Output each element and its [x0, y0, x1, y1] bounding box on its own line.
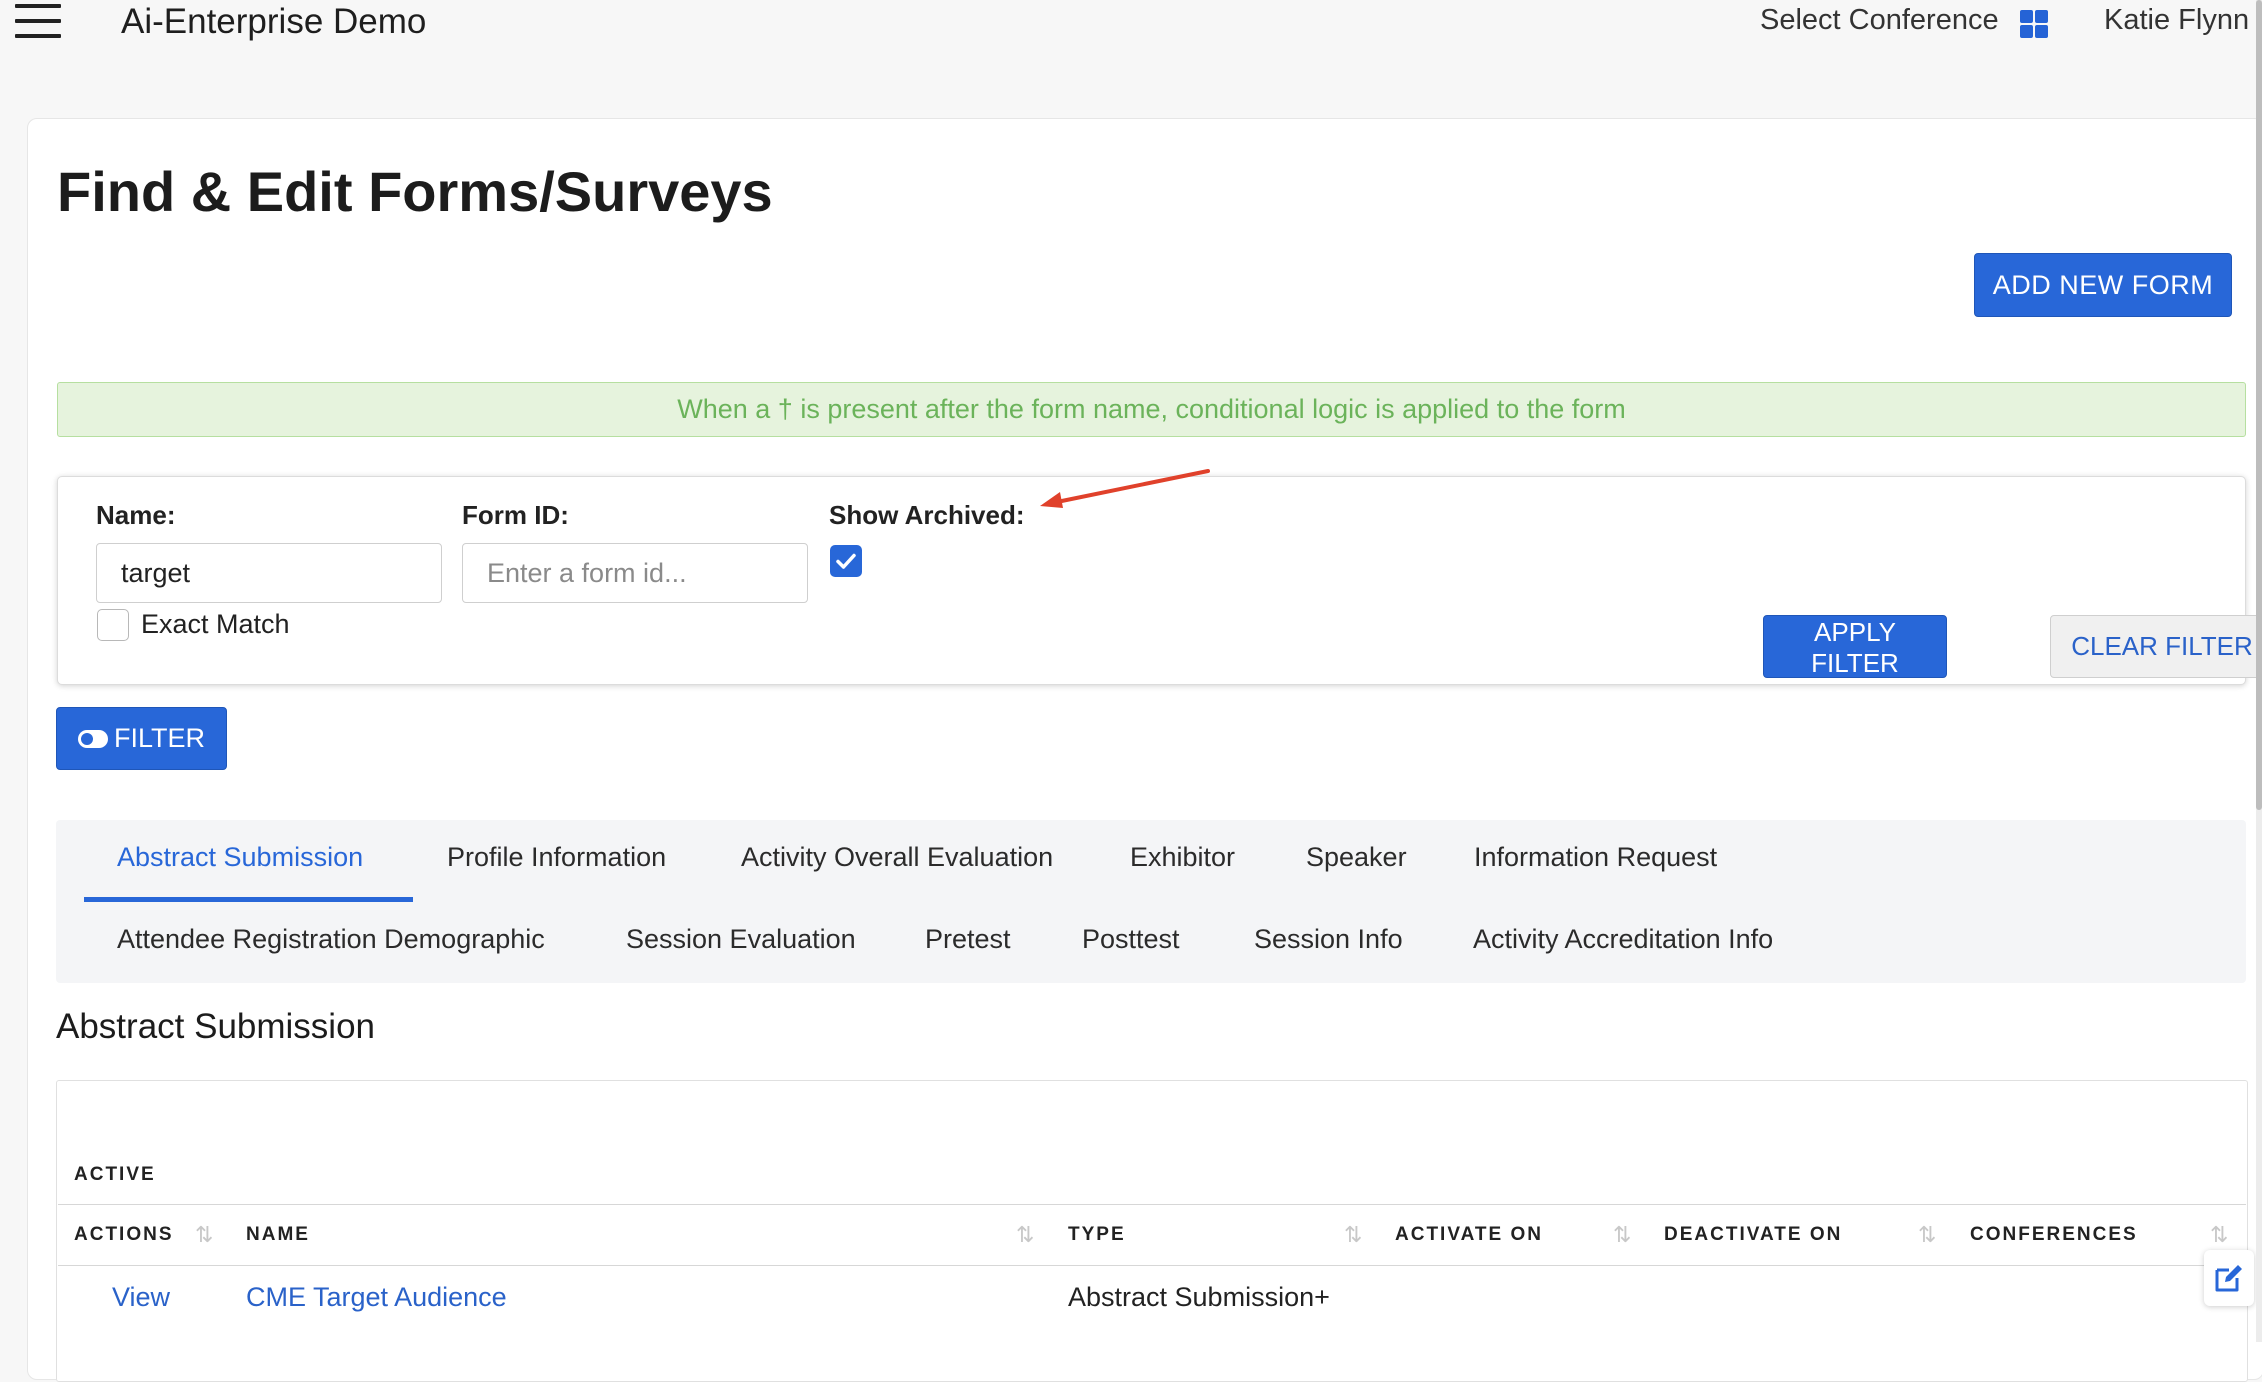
tab-information-request[interactable]: Information Request — [1474, 842, 1717, 873]
sort-icon[interactable]: ⇅ — [1016, 1222, 1034, 1248]
form-id-label: Form ID: — [462, 500, 569, 530]
tab-activity-overall-evaluation[interactable]: Activity Overall Evaluation — [741, 842, 1053, 873]
tab-attendee-registration-demographic[interactable]: Attendee Registration Demographic — [117, 924, 545, 955]
col-header-deactivate-on[interactable]: DEACTIVATE ON — [1664, 1224, 1842, 1246]
add-new-form-button[interactable]: ADD NEW FORM — [1974, 253, 2232, 317]
tab-speaker[interactable]: Speaker — [1306, 842, 1407, 873]
sort-icon[interactable]: ⇅ — [1918, 1222, 1936, 1248]
annotation-arrow-icon — [1040, 469, 1210, 508]
select-conference-link[interactable]: Select Conference — [1760, 4, 1999, 37]
col-header-conferences[interactable]: CONFERENCES — [1970, 1224, 2138, 1246]
view-link[interactable]: View — [112, 1282, 170, 1313]
active-tab-indicator — [84, 897, 413, 902]
clear-filter-button[interactable]: CLEAR FILTER — [2050, 615, 2262, 678]
edit-icon — [2215, 1265, 2242, 1292]
app-title: Ai-Enterprise Demo — [121, 2, 427, 41]
col-header-actions[interactable]: ACTIONS — [74, 1224, 174, 1246]
tab-pretest[interactable]: Pretest — [925, 924, 1011, 955]
page-title: Find & Edit Forms/Surveys — [57, 160, 773, 223]
apply-filter-button[interactable]: APPLY FILTER — [1763, 615, 1947, 678]
scrollbar-thumb[interactable] — [2256, 0, 2262, 810]
edit-button[interactable] — [2204, 1250, 2254, 1306]
table-divider — [58, 1204, 2246, 1205]
tab-session-evaluation[interactable]: Session Evaluation — [626, 924, 856, 955]
sort-icon[interactable]: ⇅ — [1344, 1222, 1362, 1248]
form-id-input[interactable] — [462, 543, 808, 603]
sort-icon[interactable]: ⇅ — [195, 1222, 213, 1248]
form-name-link[interactable]: CME Target Audience — [246, 1282, 507, 1313]
active-group-label: ACTIVE — [74, 1164, 156, 1185]
col-header-name[interactable]: NAME — [246, 1224, 310, 1246]
sort-icon[interactable]: ⇅ — [2210, 1222, 2228, 1248]
tab-exhibitor[interactable]: Exhibitor — [1130, 842, 1235, 873]
toggle-icon — [77, 729, 108, 748]
check-icon — [836, 553, 856, 569]
tab-profile-information[interactable]: Profile Information — [447, 842, 666, 873]
tab-posttest[interactable]: Posttest — [1082, 924, 1180, 955]
tab-activity-accreditation-info[interactable]: Activity Accreditation Info — [1473, 924, 1773, 955]
col-header-activate-on[interactable]: ACTIVATE ON — [1395, 1224, 1543, 1246]
name-label: Name: — [96, 500, 176, 530]
hamburger-menu-icon[interactable] — [15, 2, 61, 42]
show-archived-checkbox[interactable] — [830, 545, 862, 577]
form-type-cell: Abstract Submission+ — [1068, 1282, 1330, 1312]
user-menu[interactable]: Katie Flynn — [2104, 4, 2249, 37]
col-header-type[interactable]: TYPE — [1068, 1224, 1126, 1246]
table-divider — [58, 1265, 2246, 1266]
grid-icon[interactable] — [2020, 10, 2048, 38]
filter-toggle-label: FILTER — [113, 723, 205, 753]
filter-toggle-button[interactable]: FILTER — [56, 707, 227, 770]
exact-match-label: Exact Match — [141, 609, 290, 639]
top-bar: Ai-Enterprise Demo Select Conference Kat… — [0, 0, 2262, 70]
tab-abstract-submission[interactable]: Abstract Submission — [117, 842, 363, 873]
show-archived-label: Show Archived: — [829, 500, 1025, 530]
tab-session-info[interactable]: Session Info — [1254, 924, 1403, 955]
name-input[interactable] — [96, 543, 442, 603]
exact-match-checkbox[interactable] — [97, 609, 129, 641]
sort-icon[interactable]: ⇅ — [1613, 1222, 1631, 1248]
section-title: Abstract Submission — [56, 1007, 376, 1046]
alert-text: When a † is present after the form name,… — [677, 394, 1626, 424]
conditional-logic-alert: When a † is present after the form name,… — [57, 382, 2246, 437]
